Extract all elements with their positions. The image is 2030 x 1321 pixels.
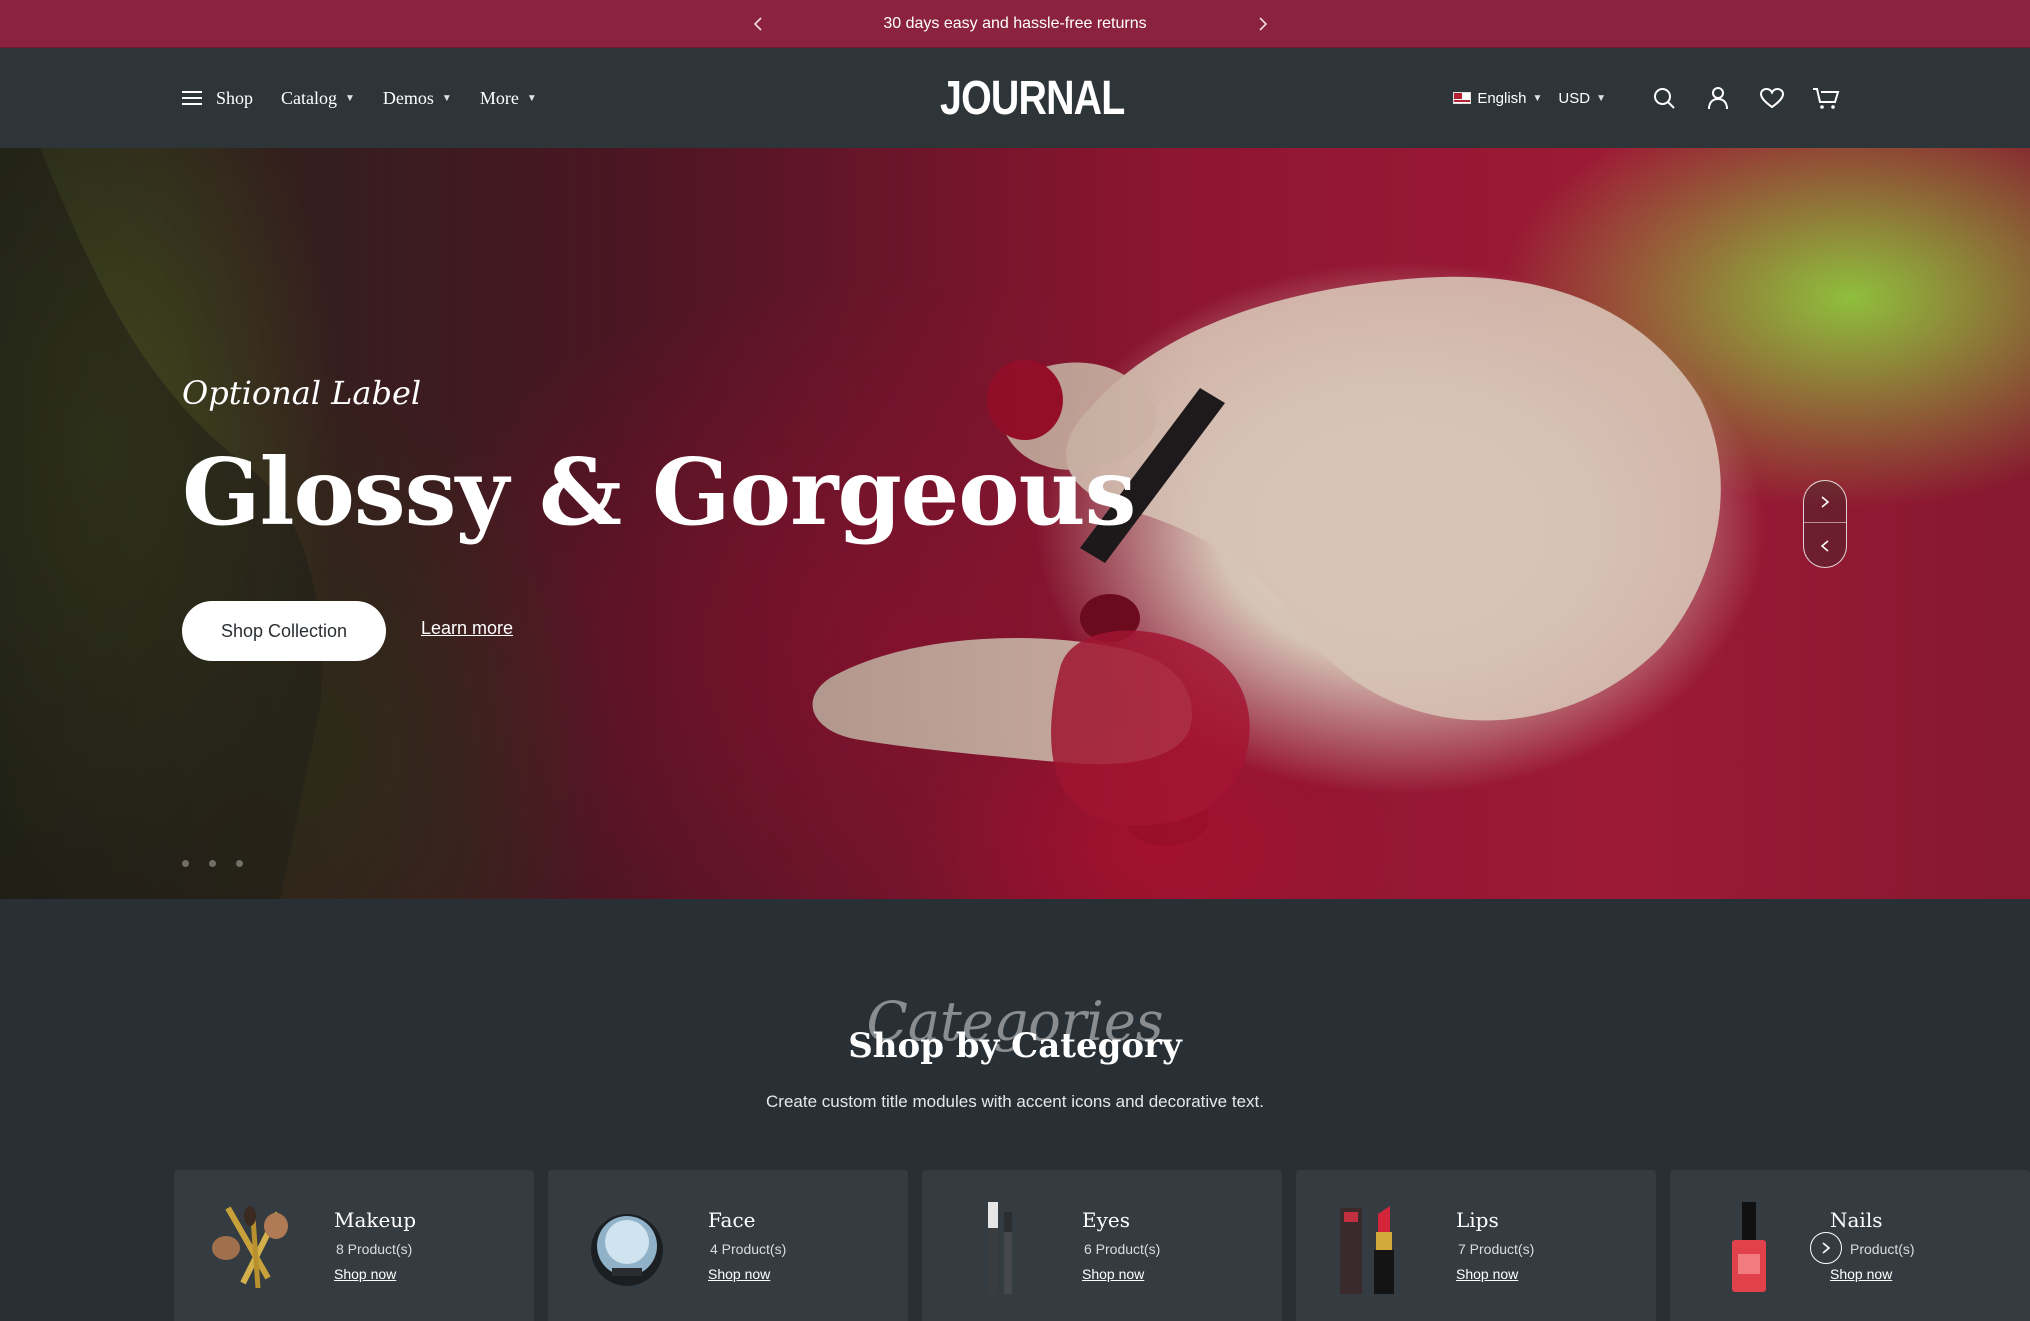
- category-name: Eyes: [1082, 1208, 1130, 1232]
- caret-down-icon: ▼: [1532, 92, 1543, 104]
- account-icon: [1708, 87, 1728, 110]
- category-title: Shop by Category: [848, 1026, 1182, 1066]
- shop-collection-button[interactable]: Shop Collection: [182, 601, 386, 661]
- nav-demos[interactable]: Demos ▼: [383, 88, 452, 109]
- category-card-makeup[interactable]: Makeup 8 Product(s) Shop now: [174, 1170, 534, 1321]
- learn-more-link[interactable]: Learn more: [421, 618, 513, 639]
- hero-label: Optional Label: [182, 374, 422, 412]
- announcement-text: 30 days easy and hassle-free returns: [883, 15, 1147, 32]
- hero-pagination: [182, 860, 243, 867]
- category-card-face[interactable]: Face 4 Product(s) Shop now: [548, 1170, 908, 1321]
- shop-now-link[interactable]: Shop now: [1082, 1266, 1144, 1282]
- wishlist-icon: [1759, 87, 1785, 109]
- shop-menu-label: Shop: [216, 87, 254, 108]
- caret-down-icon: ▼: [345, 92, 355, 104]
- nav-more[interactable]: More ▼: [480, 88, 537, 109]
- account-button[interactable]: [1704, 84, 1732, 112]
- language-label: English: [1477, 89, 1527, 107]
- shop-now-link[interactable]: Shop now: [1456, 1266, 1518, 1282]
- category-card-eyes[interactable]: Eyes 6 Product(s) Shop now: [922, 1170, 1282, 1321]
- category-count: Product(s): [1850, 1241, 1915, 1257]
- category-name: Lips: [1456, 1208, 1499, 1232]
- category-count: 4 Product(s): [710, 1241, 787, 1257]
- announcement-bar: 30 days easy and hassle-free returns: [0, 0, 2030, 48]
- category-count: 8 Product(s): [336, 1241, 413, 1257]
- flag-icon: [1453, 92, 1472, 104]
- category-name: Nails: [1830, 1208, 1883, 1232]
- logo-link[interactable]: JOURNAL: [940, 71, 1165, 125]
- chevron-right-icon: [1822, 1242, 1831, 1254]
- hero-next-button[interactable]: [1804, 481, 1846, 523]
- category-name: Face: [708, 1208, 756, 1232]
- language-selector[interactable]: English ▼: [1453, 90, 1542, 107]
- category-subtitle: Create custom title modules with accent …: [766, 1092, 1264, 1111]
- eyeliner-image: [988, 1202, 1012, 1294]
- shop-now-link[interactable]: Shop now: [334, 1266, 396, 1282]
- hero-slider-nav: [1803, 480, 1847, 568]
- site-header: Shop Catalog ▼ Demos ▼ More ▼ JOURNAL En…: [0, 48, 2030, 148]
- cart-button[interactable]: [1812, 84, 1840, 112]
- nav-more-label: More: [479, 87, 519, 108]
- nav-demos-label: Demos: [382, 87, 434, 108]
- caret-down-icon: ▼: [441, 92, 452, 104]
- wishlist-button[interactable]: [1758, 84, 1786, 112]
- makeup-brushes-image: [212, 1206, 288, 1289]
- category-card-nails[interactable]: Nails Product(s) Shop now: [1670, 1170, 2030, 1321]
- nav-catalog[interactable]: Catalog ▼: [281, 88, 355, 109]
- header-tools: English ▼ USD ▼: [1453, 48, 1840, 148]
- category-count: 7 Product(s): [1458, 1241, 1535, 1257]
- nail-polish-image: [1732, 1202, 1766, 1292]
- hero-title: Glossy & Gorgeous: [182, 438, 1136, 546]
- shop-menu-button[interactable]: Shop: [182, 88, 253, 109]
- hero-dot[interactable]: [236, 860, 243, 867]
- hero-slider: Optional Label Glossy & Gorgeous Shop Co…: [0, 148, 2030, 899]
- category-name: Makeup: [334, 1208, 417, 1232]
- face-powder-image: [591, 1214, 663, 1286]
- category-card-lips[interactable]: Lips 7 Product(s) Shop now: [1296, 1170, 1656, 1321]
- category-carousel-next-button[interactable]: [1810, 1232, 1842, 1264]
- category-count: 6 Product(s): [1084, 1241, 1161, 1257]
- category-section-heading: Categories Shop by Category: [0, 990, 2030, 1070]
- cart-icon: [1813, 88, 1840, 109]
- lipstick-image: [1340, 1206, 1394, 1294]
- category-cards: Makeup 8 Product(s) Shop now Face 4 Prod…: [174, 1170, 2030, 1321]
- shop-now-link[interactable]: Shop now: [1830, 1266, 1892, 1282]
- main-nav: Shop Catalog ▼ Demos ▼ More ▼: [182, 48, 537, 148]
- search-button[interactable]: [1650, 84, 1678, 112]
- hero-dot[interactable]: [209, 860, 216, 867]
- shop-now-link[interactable]: Shop now: [708, 1266, 770, 1282]
- caret-down-icon: ▼: [526, 92, 537, 104]
- chevron-right-icon: [1259, 17, 1268, 31]
- hamburger-icon: [182, 90, 202, 106]
- search-icon: [1654, 88, 1675, 109]
- hero-dot[interactable]: [182, 860, 189, 867]
- header-icons: [1650, 84, 1840, 112]
- hero-prev-button[interactable]: [1804, 525, 1846, 567]
- nav-catalog-label: Catalog: [281, 87, 338, 108]
- announcement-next-button[interactable]: [1250, 11, 1276, 37]
- currency-label: USD: [1558, 89, 1591, 107]
- logo: JOURNAL: [940, 71, 1125, 125]
- chevron-right-icon: [1821, 495, 1830, 508]
- currency-selector[interactable]: USD ▼: [1558, 90, 1606, 107]
- chevron-left-icon: [1820, 540, 1829, 552]
- caret-down-icon: ▼: [1596, 92, 1606, 104]
